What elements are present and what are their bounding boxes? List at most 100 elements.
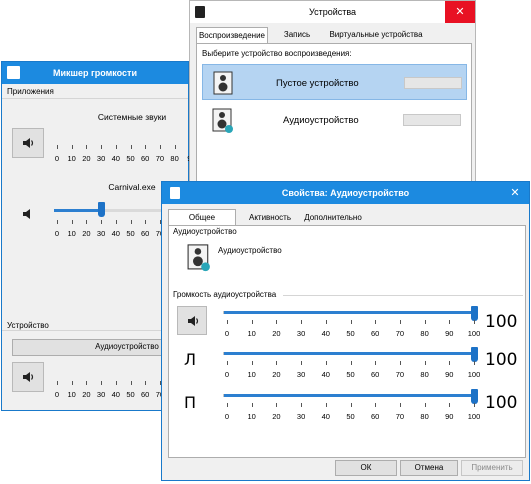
tick-label: 0 <box>224 370 230 379</box>
tick-label: 0 <box>224 412 230 421</box>
tick-label: 40 <box>111 229 120 238</box>
tick-mark <box>251 320 253 324</box>
tick-label: 60 <box>141 154 150 163</box>
tick-label: 20 <box>82 390 91 399</box>
tick-mark <box>115 220 117 224</box>
left-channel-fill <box>224 352 475 355</box>
tick-mark <box>227 361 228 365</box>
tick-mark <box>276 320 278 324</box>
speaker-device-icon <box>213 71 233 95</box>
tick-label: 30 <box>96 229 106 238</box>
tick-mark <box>449 403 451 407</box>
tab-advanced[interactable]: Дополнительно <box>302 210 364 226</box>
speaker-icon <box>23 209 30 219</box>
mixer-app-icon <box>7 66 20 79</box>
master-volume-value: 100 <box>485 312 518 332</box>
volume-group-line <box>283 295 523 296</box>
left-channel-thumb[interactable] <box>471 347 478 362</box>
master-volume-thumb[interactable] <box>471 306 478 321</box>
tick-label: 50 <box>346 412 355 421</box>
tick-mark <box>276 361 278 365</box>
tick-label: 50 <box>346 370 355 379</box>
device-item-empty-label: Пустое устройство <box>276 78 359 89</box>
tick-mark <box>301 320 303 324</box>
left-channel-slider[interactable] <box>223 352 478 355</box>
tick-label: 50 <box>126 390 135 399</box>
tick-label: 20 <box>82 154 91 163</box>
tab-virtual-devices[interactable]: Виртуальные устройства <box>326 27 426 43</box>
tick-mark <box>301 361 303 365</box>
tick-label: 40 <box>321 412 330 421</box>
tick-mark <box>325 320 327 324</box>
tick-mark <box>101 220 103 224</box>
tick-label: 20 <box>272 412 281 421</box>
tick-label: 90 <box>445 370 454 379</box>
tick-label: 20 <box>82 229 91 238</box>
tick-mark <box>115 381 117 385</box>
right-channel-slider[interactable] <box>223 394 478 397</box>
tick-mark <box>71 145 73 149</box>
tick-label: 70 <box>395 329 405 338</box>
tick-label: 30 <box>296 412 306 421</box>
tick-label: 70 <box>395 370 405 379</box>
ok-button[interactable]: ОК <box>335 460 397 476</box>
tick-mark <box>159 145 161 149</box>
tick-mark <box>474 361 475 365</box>
tick-mark <box>145 381 147 385</box>
tab-general[interactable]: Общее <box>168 209 236 225</box>
properties-titlebar[interactable]: Свойства: Аудиоустройство ✕ <box>162 182 529 204</box>
tick-label: 0 <box>54 229 60 238</box>
tick-mark <box>399 320 401 324</box>
tick-label: 30 <box>296 370 306 379</box>
device-item-audio-meter <box>403 114 461 126</box>
tick-label: 0 <box>54 154 60 163</box>
devices-close-button[interactable]: ✕ <box>445 1 475 23</box>
tick-label: 40 <box>321 370 330 379</box>
tick-mark <box>449 320 451 324</box>
device-name: Аудиоустройство <box>218 246 282 255</box>
tick-mark <box>399 403 401 407</box>
tick-mark <box>350 361 352 365</box>
device-item-audio-label: Аудиоустройство <box>283 115 359 126</box>
tick-label: 10 <box>247 370 256 379</box>
tick-mark <box>227 403 228 407</box>
tick-mark <box>101 381 103 385</box>
tick-label: 30 <box>296 329 306 338</box>
tab-recording[interactable]: Запись <box>274 27 320 43</box>
carnival-slider-thumb[interactable] <box>98 202 106 217</box>
cancel-button[interactable]: Отмена <box>400 460 458 476</box>
tick-label: 100 <box>467 329 481 338</box>
tick-mark <box>375 361 377 365</box>
tick-label: 80 <box>420 329 429 338</box>
tick-mark <box>276 403 278 407</box>
tick-label: 20 <box>272 370 281 379</box>
tick-mark <box>57 145 58 149</box>
tick-label: 30 <box>96 154 106 163</box>
device-item-audio[interactable]: Аудиоустройство <box>202 102 467 138</box>
tab-activity[interactable]: Активность <box>242 210 298 226</box>
tick-label: 10 <box>247 329 256 338</box>
tick-label: 60 <box>371 412 380 421</box>
device-item-empty[interactable]: Пустое устройство <box>202 64 467 100</box>
properties-close-button[interactable]: ✕ <box>501 182 529 204</box>
devices-title: Устройства <box>308 7 357 17</box>
apply-button[interactable]: Применить <box>461 460 523 476</box>
tick-label: 30 <box>96 390 106 399</box>
mixer-titlebar[interactable]: Микшер громкости <box>2 62 188 84</box>
tab-playback[interactable]: Воспроизведение <box>196 27 268 43</box>
tick-mark <box>375 320 377 324</box>
left-channel-tick-labels: 0 10 20 30 40 50 60 70 80 90 100 <box>169 370 525 380</box>
tick-label: 50 <box>126 154 135 163</box>
right-channel-fill <box>224 394 475 397</box>
right-channel-thumb[interactable] <box>471 389 478 404</box>
tick-mark <box>130 145 132 149</box>
tick-mark <box>174 145 176 149</box>
tick-mark <box>57 220 58 224</box>
properties-title: Свойства: Аудиоустройство <box>281 188 410 198</box>
tick-label: 60 <box>141 390 150 399</box>
master-volume-slider[interactable] <box>223 311 478 314</box>
devices-titlebar[interactable]: Устройства ✕ <box>190 1 475 23</box>
tick-mark <box>350 403 352 407</box>
volume-group-label: Громкость аудиоустройства <box>173 290 277 299</box>
tick-mark <box>474 403 475 407</box>
